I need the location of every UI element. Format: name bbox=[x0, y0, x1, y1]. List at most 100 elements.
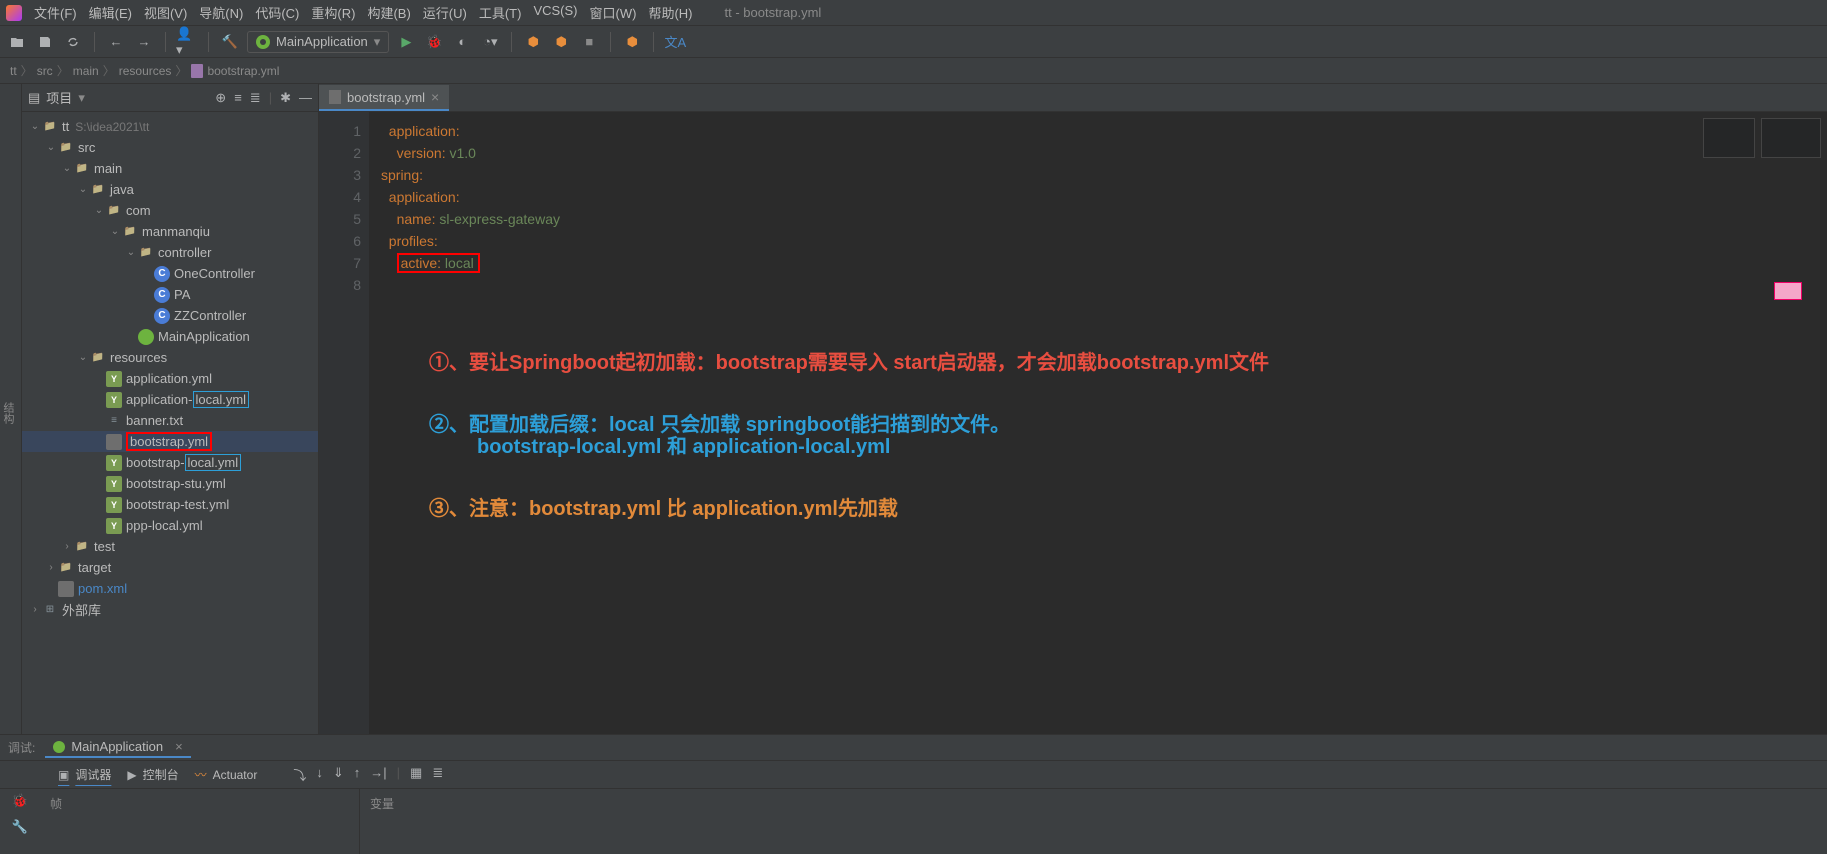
coverage-icon[interactable]: ◐ bbox=[451, 31, 473, 53]
code-line[interactable]: application: bbox=[381, 120, 1827, 142]
tree-item[interactable]: ⌄java bbox=[22, 179, 318, 200]
structure-tool-button[interactable]: 结构 bbox=[0, 84, 22, 734]
tree-item[interactable]: bootstrap-stu.yml bbox=[22, 473, 318, 494]
translate-icon[interactable]: 文A bbox=[664, 31, 686, 53]
project-sidebar: ▤ 项目 ▾ ⊕ ≡ ≣ | ✱ — ⌄ttS:\idea2021\tt⌄src… bbox=[22, 84, 319, 734]
menu-item[interactable]: 编辑(E) bbox=[89, 3, 132, 22]
menu-item[interactable]: 重构(R) bbox=[311, 3, 355, 22]
menu-item[interactable]: 文件(F) bbox=[34, 3, 77, 22]
tree-item[interactable]: ⌄main bbox=[22, 158, 318, 179]
code-line[interactable] bbox=[381, 274, 1827, 296]
spring-icon bbox=[53, 741, 65, 753]
menu-item[interactable]: 窗口(W) bbox=[590, 3, 637, 22]
tree-item[interactable]: banner.txt bbox=[22, 410, 318, 431]
tree-item[interactable]: pom.xml bbox=[22, 578, 318, 599]
crumb[interactable]: bootstrap.yml bbox=[207, 64, 279, 78]
debug-config-label: MainApplication bbox=[71, 739, 163, 754]
tree-item[interactable]: PA bbox=[22, 284, 318, 305]
step-into-icon[interactable]: ↓ bbox=[316, 765, 323, 784]
run-config-label: MainApplication bbox=[276, 34, 368, 49]
tree-item[interactable]: ⌄controller bbox=[22, 242, 318, 263]
locate-icon[interactable]: ⊕ bbox=[215, 90, 226, 106]
menu-item[interactable]: 运行(U) bbox=[423, 3, 467, 22]
run-to-cursor-icon[interactable]: →| bbox=[370, 765, 386, 784]
debug-config[interactable]: MainApplication × bbox=[45, 737, 190, 758]
menu-item[interactable]: 工具(T) bbox=[479, 3, 522, 22]
save-icon[interactable] bbox=[34, 31, 56, 53]
profile-icon[interactable]: ◔▾ bbox=[479, 31, 501, 53]
tree-item-label: tt bbox=[62, 119, 69, 134]
code-editor[interactable]: 12345678 application: version: v1.0sprin… bbox=[319, 112, 1827, 734]
crumb[interactable]: resources bbox=[119, 64, 172, 78]
annotation-3: ③、注意：bootstrap.yml 比 application.yml先加载 bbox=[429, 498, 1269, 520]
tree-item[interactable]: ⌄src bbox=[22, 137, 318, 158]
error-stripe-marker[interactable] bbox=[1774, 282, 1802, 300]
close-icon[interactable]: × bbox=[175, 739, 183, 754]
tree-item[interactable]: ›test bbox=[22, 536, 318, 557]
tree-item[interactable]: bootstrap.yml bbox=[22, 431, 318, 452]
user-icon[interactable]: 👤▾ bbox=[176, 31, 198, 53]
step-out-icon[interactable]: ↑ bbox=[354, 765, 361, 784]
tree-item[interactable]: bootstrap-test.yml bbox=[22, 494, 318, 515]
project-tree[interactable]: ⌄ttS:\idea2021\tt⌄src⌄main⌄java⌄com⌄manm… bbox=[22, 112, 318, 734]
tree-item[interactable]: ppp-local.yml bbox=[22, 515, 318, 536]
tab-console[interactable]: ▶控制台 bbox=[127, 766, 178, 783]
code-line[interactable]: application: bbox=[381, 186, 1827, 208]
settings-icon[interactable]: ✱ bbox=[280, 90, 291, 106]
menu-item[interactable]: 构建(B) bbox=[367, 3, 410, 22]
modify-icon[interactable]: 🔧 bbox=[12, 819, 28, 835]
attach-icon[interactable]: ⬢ bbox=[522, 31, 544, 53]
editor-area: bootstrap.yml × 12345678 application: ve… bbox=[319, 84, 1827, 734]
tab-debugger[interactable]: ▣调试器 bbox=[58, 766, 111, 783]
collapse-icon[interactable]: ≣ bbox=[250, 90, 261, 106]
git-icon[interactable]: ⬢ bbox=[621, 31, 643, 53]
step-into-force-icon[interactable]: ⇓ bbox=[333, 765, 344, 784]
attach2-icon[interactable]: ⬢ bbox=[550, 31, 572, 53]
menu-item[interactable]: 导航(N) bbox=[199, 3, 243, 22]
debug-icon[interactable]: 🐞 bbox=[423, 31, 445, 53]
tree-item[interactable]: ›外部库 bbox=[22, 599, 318, 620]
tree-item[interactable]: ⌄resources bbox=[22, 347, 318, 368]
code-line[interactable]: active: local bbox=[381, 252, 1827, 274]
tree-item[interactable]: application-local.yml bbox=[22, 389, 318, 410]
expand-icon[interactable]: ≡ bbox=[234, 90, 242, 105]
tree-item[interactable]: bootstrap-local.yml bbox=[22, 452, 318, 473]
hide-icon[interactable]: — bbox=[299, 90, 312, 105]
run-config-select[interactable]: MainApplication ▾ bbox=[247, 31, 389, 53]
frames-panel[interactable]: 帧 bbox=[40, 789, 360, 854]
code-line[interactable]: version: v1.0 bbox=[381, 142, 1827, 164]
menu-item[interactable]: 帮助(H) bbox=[648, 3, 692, 22]
forward-icon[interactable]: → bbox=[133, 31, 155, 53]
tree-item[interactable]: ⌄com bbox=[22, 200, 318, 221]
tree-item[interactable]: ⌄manmanqiu bbox=[22, 221, 318, 242]
editor-tab[interactable]: bootstrap.yml × bbox=[319, 85, 449, 111]
evaluate-icon[interactable]: ▦ bbox=[410, 765, 422, 784]
menu-item[interactable]: 视图(V) bbox=[144, 3, 187, 22]
menu-item[interactable]: 代码(C) bbox=[255, 3, 299, 22]
crumb[interactable]: src bbox=[37, 64, 53, 78]
open-icon[interactable] bbox=[6, 31, 28, 53]
code-line[interactable]: name: sl-express-gateway bbox=[381, 208, 1827, 230]
trace-icon[interactable]: ≣ bbox=[432, 765, 443, 784]
stop-icon[interactable]: ■ bbox=[578, 31, 600, 53]
crumb[interactable]: main bbox=[73, 64, 99, 78]
back-icon[interactable]: ← bbox=[105, 31, 127, 53]
crumb[interactable]: tt bbox=[10, 64, 17, 78]
variables-panel[interactable]: 变量 bbox=[360, 789, 1827, 854]
tree-item[interactable]: MainApplication bbox=[22, 326, 318, 347]
sync-icon[interactable] bbox=[62, 31, 84, 53]
step-over-icon[interactable]: ⤵ bbox=[293, 765, 306, 784]
tree-item[interactable]: ⌄ttS:\idea2021\tt bbox=[22, 116, 318, 137]
code-line[interactable]: profiles: bbox=[381, 230, 1827, 252]
tree-item[interactable]: ZZController bbox=[22, 305, 318, 326]
tab-actuator[interactable]: 〰Actuator bbox=[195, 766, 258, 783]
menu-item[interactable]: VCS(S) bbox=[533, 3, 577, 22]
hammer-icon[interactable]: 🔨 bbox=[219, 31, 241, 53]
tree-item[interactable]: application.yml bbox=[22, 368, 318, 389]
code-line[interactable]: spring: bbox=[381, 164, 1827, 186]
run-icon[interactable]: ▶ bbox=[395, 31, 417, 53]
tree-item[interactable]: ›target bbox=[22, 557, 318, 578]
close-icon[interactable]: × bbox=[431, 89, 439, 105]
tree-item[interactable]: OneController bbox=[22, 263, 318, 284]
rerun-icon[interactable]: 🐞 bbox=[12, 793, 28, 809]
